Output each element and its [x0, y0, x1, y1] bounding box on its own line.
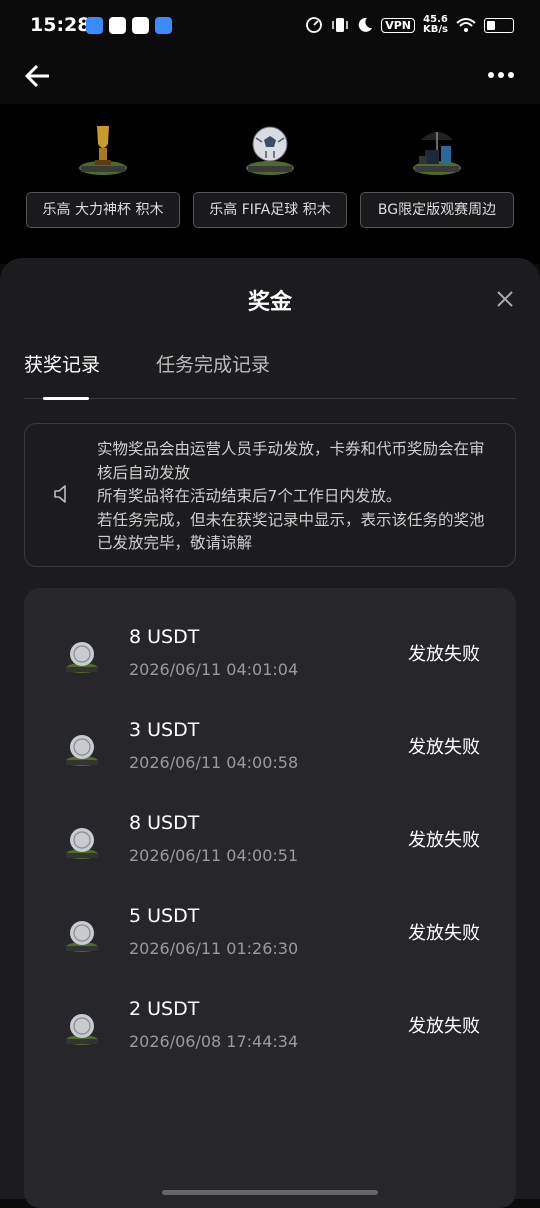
- app-notification-icon: [109, 17, 126, 34]
- record-status: 发放失败: [408, 644, 480, 665]
- notice-text: 实物奖品会由运营人员手动发放，卡券和代币奖励会在审核后自动发放 所有奖品将在活动…: [97, 438, 487, 556]
- prize-card[interactable]: 乐高 大力神杯 积木: [26, 118, 180, 228]
- speedometer-icon: [306, 17, 323, 33]
- top-bar: [0, 54, 540, 104]
- moon-icon: [358, 17, 373, 32]
- tab-award-records[interactable]: 获奖记录: [24, 350, 100, 377]
- record-status: 发放失败: [408, 830, 480, 851]
- award-records-list: 8 USDT 2026/06/11 04:01:04 发放失败 3 USDT 2…: [24, 588, 516, 1208]
- network-speed: 45.6 KB/s: [423, 15, 448, 35]
- record-row: 8 USDT 2026/06/11 04:00:51 发放失败: [24, 808, 516, 888]
- record-date: 2026/06/11 04:00:51: [129, 846, 299, 865]
- notice-line: 若任务完成，但未在获奖记录中显示，表示该任务的奖池已发放完毕，敬请谅解: [97, 510, 485, 553]
- tab-task-records[interactable]: 任务完成记录: [156, 350, 270, 377]
- record-amount: 2 USDT: [129, 998, 200, 1020]
- notice-line: 所有奖品将在活动结束后7个工作日内发放。: [97, 487, 402, 505]
- record-status: 发放失败: [408, 1016, 480, 1037]
- notice-line: 实物奖品会由运营人员手动发放，卡券和代币奖励会在审核后自动发放: [97, 440, 485, 482]
- vibrate-icon: [332, 18, 348, 32]
- record-row: 3 USDT 2026/06/11 04:00:58 发放失败: [24, 715, 516, 795]
- record-date: 2026/06/08 17:44:34: [129, 1032, 299, 1051]
- prize-card[interactable]: BG限定版观赛周边: [360, 118, 514, 228]
- status-bar: 15:28 VPN 45.6 KB/s: [0, 0, 540, 54]
- coin-icon: [66, 828, 98, 859]
- trophy-block-icon: [73, 118, 133, 178]
- sheet-title: 奖金: [247, 290, 292, 315]
- wifi-icon: [456, 18, 476, 32]
- network-speed-unit: KB/s: [423, 24, 448, 35]
- notice-box: 实物奖品会由运营人员手动发放，卡券和代币奖励会在审核后自动发放 所有奖品将在活动…: [24, 423, 516, 567]
- prize-label: BG限定版观赛周边: [360, 192, 514, 228]
- merch-bundle-icon: [407, 118, 467, 178]
- prize-card[interactable]: 乐高 FIFA足球 积木: [193, 118, 347, 228]
- record-amount: 5 USDT: [129, 905, 200, 927]
- record-status: 发放失败: [408, 737, 480, 758]
- prize-strip: 乐高 大力神杯 积木 乐高 FIFA足球 积木 BG限定版观赛周边: [0, 104, 540, 264]
- app-notification-icon: [86, 17, 103, 34]
- record-status: 发放失败: [408, 923, 480, 944]
- record-date: 2026/06/11 01:26:30: [129, 939, 299, 958]
- system-icons: VPN 45.6 KB/s: [305, 15, 514, 35]
- coin-icon: [66, 921, 98, 952]
- reward-sheet: 奖金 获奖记录 任务完成记录 实物奖品会由运营人员手动发放，卡券和代币奖励会在审…: [0, 258, 540, 1208]
- record-date: 2026/06/11 04:00:58: [129, 753, 299, 772]
- more-dots-icon[interactable]: [488, 70, 514, 80]
- app-notification-icon: [155, 17, 172, 34]
- status-time: 15:28: [30, 14, 91, 36]
- record-date: 2026/06/11 04:01:04: [129, 660, 299, 679]
- record-row: 5 USDT 2026/06/11 01:26:30 发放失败: [24, 901, 516, 981]
- speaker-icon: [54, 485, 66, 503]
- coin-icon: [66, 1014, 98, 1045]
- notification-icons: [86, 17, 172, 34]
- football-block-icon: [240, 118, 300, 178]
- mail-notification-icon: [132, 17, 149, 34]
- record-amount: 3 USDT: [129, 719, 200, 741]
- prize-label: 乐高 大力神杯 积木: [26, 192, 180, 228]
- prize-label: 乐高 FIFA足球 积木: [193, 192, 347, 228]
- tab-indicator: [43, 397, 89, 400]
- arrow-left-icon[interactable]: [24, 62, 52, 90]
- coin-icon: [66, 735, 98, 766]
- record-row: 2 USDT 2026/06/08 17:44:34 发放失败: [24, 994, 516, 1074]
- close-icon[interactable]: [496, 290, 514, 308]
- home-indicator[interactable]: [162, 1190, 378, 1195]
- record-amount: 8 USDT: [129, 812, 200, 834]
- tab-bar: 获奖记录 任务完成记录: [24, 348, 516, 400]
- coin-icon: [66, 642, 98, 673]
- battery-icon: [484, 17, 514, 33]
- record-row: 8 USDT 2026/06/11 04:01:04 发放失败: [24, 622, 516, 702]
- record-amount: 8 USDT: [129, 626, 200, 648]
- vpn-badge: VPN: [381, 17, 416, 33]
